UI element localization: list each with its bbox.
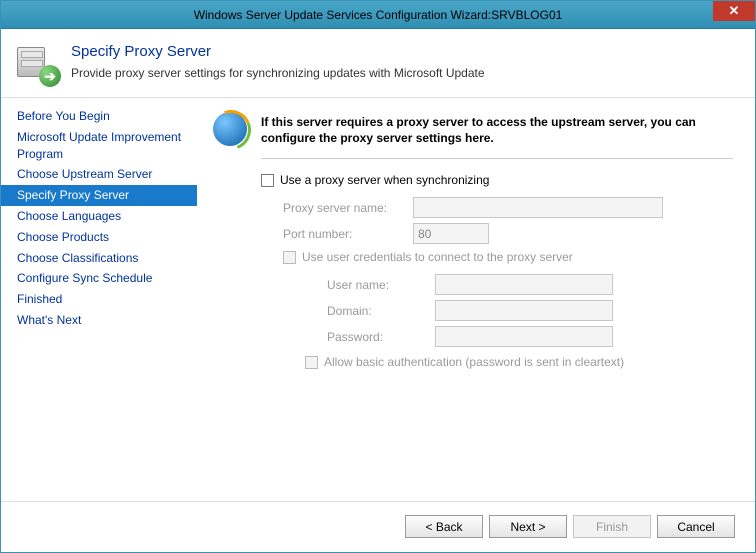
title-bar: Windows Server Update Services Configura… [1,1,755,29]
username-input [435,274,613,295]
wizard-footer: < Back Next > Finish Cancel [1,501,755,551]
separator [261,158,733,159]
close-icon: ✕ [729,3,740,19]
wizard-header: ➔ Specify Proxy Server Provide proxy ser… [1,29,755,98]
sidebar-item-choose-products[interactable]: Choose Products [1,227,197,248]
password-input [435,326,613,347]
port-input [413,223,489,244]
allow-basic-auth-checkbox [305,356,318,369]
proxy-name-label: Proxy server name: [283,201,413,215]
server-update-icon: ➔ [15,43,57,85]
use-credentials-checkbox [283,251,296,264]
wizard-steps-sidebar: Before You Begin Microsoft Update Improv… [1,98,197,501]
password-label: Password: [327,330,435,344]
sidebar-item-choose-classifications[interactable]: Choose Classifications [1,248,197,269]
sync-globe-icon [213,112,247,146]
use-proxy-row[interactable]: Use a proxy server when synchronizing [261,173,733,187]
intro-text: If this server requires a proxy server t… [261,112,733,146]
page-title: Specify Proxy Server [71,43,485,60]
use-proxy-checkbox[interactable] [261,174,274,187]
wizard-content: If this server requires a proxy server t… [197,98,755,501]
use-credentials-label: Use user credentials to connect to the p… [302,250,573,264]
close-button[interactable]: ✕ [713,1,755,21]
use-proxy-label: Use a proxy server when synchronizing [280,173,489,187]
sidebar-item-choose-upstream[interactable]: Choose Upstream Server [1,164,197,185]
sidebar-item-whats-next[interactable]: What's Next [1,310,197,331]
sidebar-item-before-you-begin[interactable]: Before You Begin [1,106,197,127]
next-button[interactable]: Next > [489,515,567,538]
finish-button: Finish [573,515,651,538]
back-button[interactable]: < Back [405,515,483,538]
allow-basic-auth-label: Allow basic authentication (password is … [324,355,624,369]
sidebar-item-specify-proxy[interactable]: Specify Proxy Server [1,185,197,206]
cancel-button[interactable]: Cancel [657,515,735,538]
port-label: Port number: [283,227,413,241]
page-subtitle: Provide proxy server settings for synchr… [71,66,485,80]
sidebar-item-configure-sync[interactable]: Configure Sync Schedule [1,268,197,289]
window-title: Windows Server Update Services Configura… [194,8,563,22]
sidebar-item-finished[interactable]: Finished [1,289,197,310]
sidebar-item-improvement-program[interactable]: Microsoft Update Improvement Program [1,127,197,165]
domain-input [435,300,613,321]
sidebar-item-choose-languages[interactable]: Choose Languages [1,206,197,227]
username-label: User name: [327,278,435,292]
domain-label: Domain: [327,304,435,318]
proxy-name-input [413,197,663,218]
